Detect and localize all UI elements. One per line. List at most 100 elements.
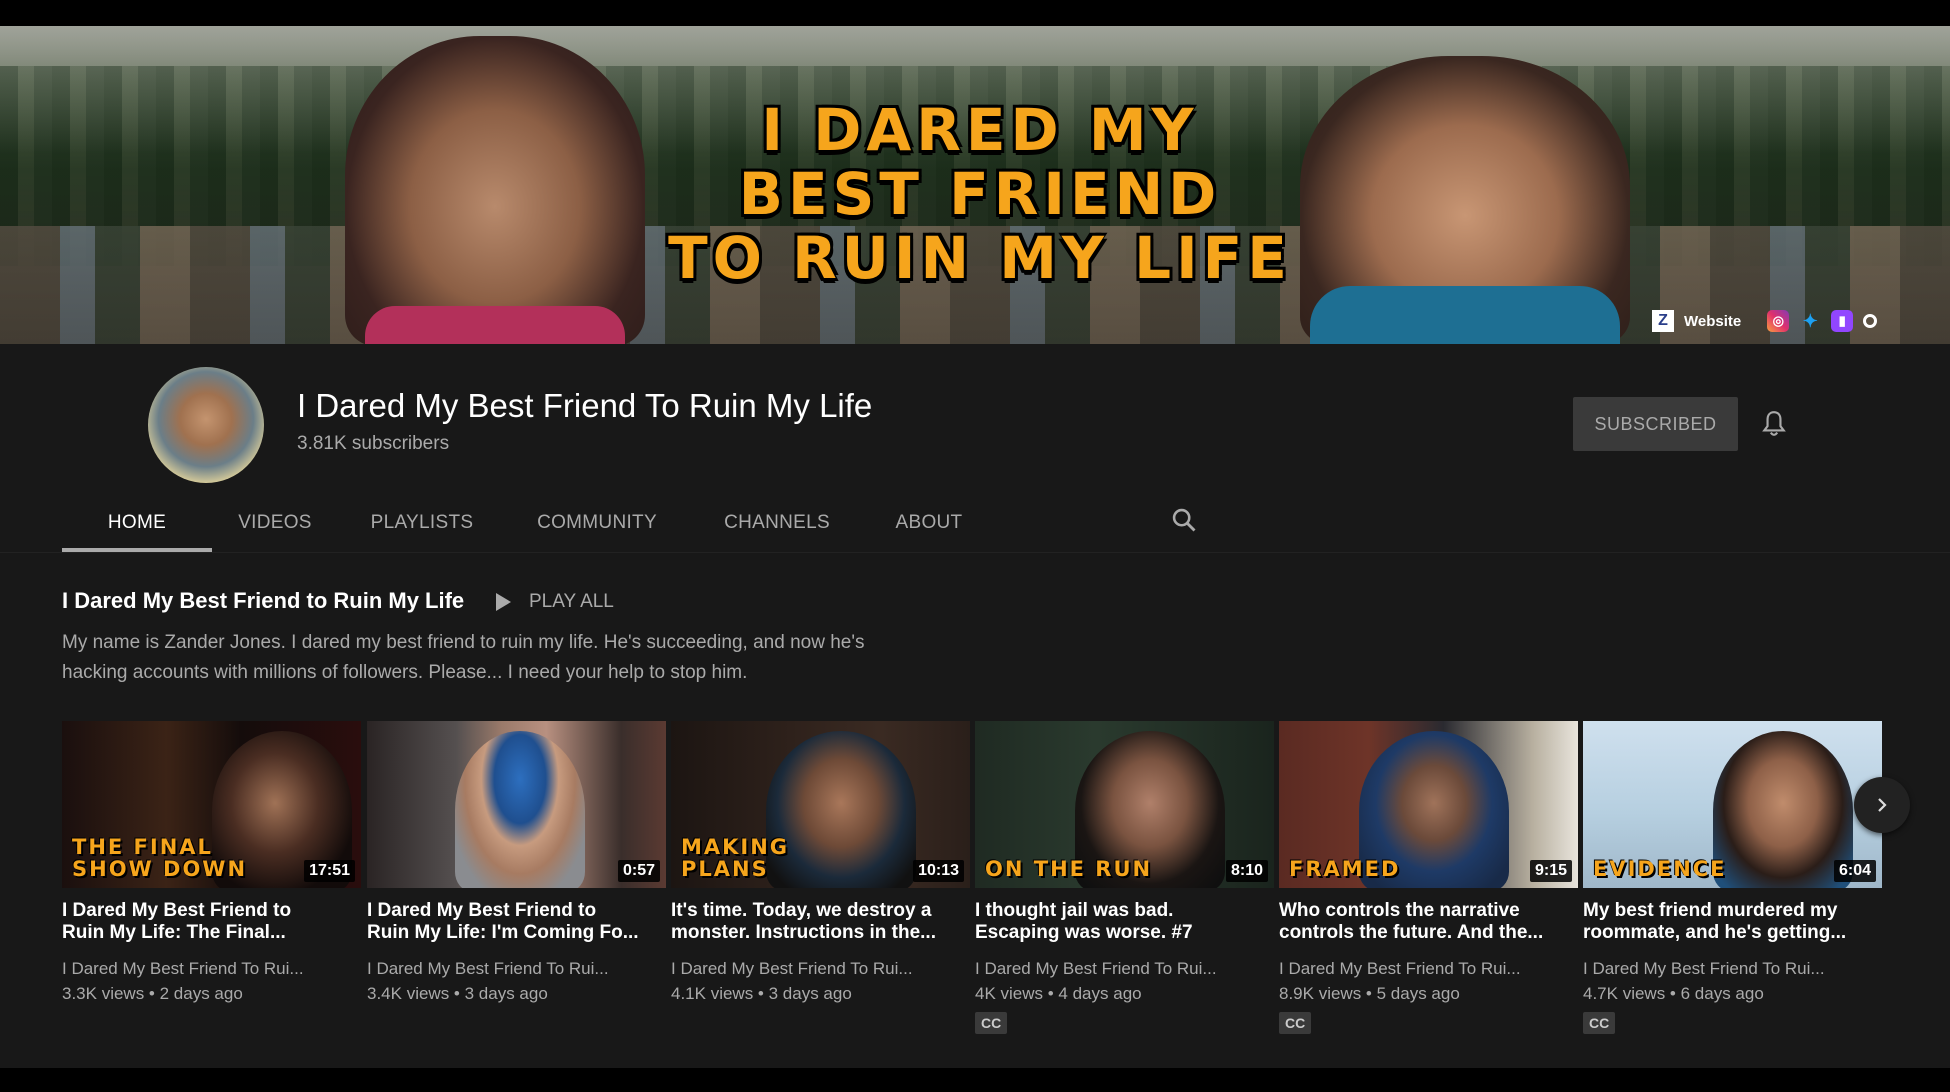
video-meta: 4.1K views • 3 days ago	[671, 984, 852, 1003]
video-title-line: Ruin My Life: I'm Coming Fo...	[367, 922, 639, 943]
thumbnail-caption-line: MAKING	[681, 835, 790, 859]
video-thumbnail[interactable]: FRAMED 9:15	[1279, 721, 1578, 888]
video-card[interactable]: ON THE RUN 8:10 I thought jail was bad. …	[975, 721, 1274, 1034]
website-link[interactable]: Website	[1684, 313, 1741, 330]
banner-title-line: TO RUIN MY LIFE	[668, 224, 1292, 292]
banner-title: I DARED MY BEST FRIEND TO RUIN MY LIFE	[620, 98, 1340, 290]
video-meta: 3.4K views • 3 days ago	[367, 984, 548, 1003]
video-thumbnail[interactable]: 0:57	[367, 721, 666, 888]
shelf-title[interactable]: I Dared My Best Friend to Ruin My Life	[62, 588, 464, 614]
video-title-line: I Dared My Best Friend to	[367, 900, 597, 921]
magnifier-icon	[1172, 508, 1196, 532]
other-link-icon[interactable]	[1863, 314, 1878, 328]
video-channel-name[interactable]: I Dared My Best Friend To Rui...	[1279, 959, 1578, 979]
thumbnail-caption: THE FINAL SHOW DOWN	[72, 836, 247, 880]
video-title-line: Who controls the narrative	[1279, 900, 1520, 921]
chevron-right-icon	[1878, 798, 1887, 812]
tab-about[interactable]: ABOUT	[874, 494, 984, 552]
video-card[interactable]: FRAMED 9:15 Who controls the narrative c…	[1279, 721, 1578, 1034]
video-title-line: controls the future. And the...	[1279, 922, 1544, 943]
play-all-button[interactable]: PLAY ALL	[496, 586, 614, 618]
tabs-divider	[0, 552, 1950, 553]
thumbnail-caption-line: EVIDENCE	[1593, 857, 1727, 881]
thumbnail-caption: ON THE RUN	[985, 858, 1152, 880]
tab-home[interactable]: HOME	[62, 494, 212, 552]
video-title-line: Ruin My Life: The Final...	[62, 922, 286, 943]
tab-channels[interactable]: CHANNELS	[702, 494, 852, 552]
bell-icon	[1762, 411, 1786, 436]
video-channel-name[interactable]: I Dared My Best Friend To Rui...	[975, 959, 1274, 979]
play-icon	[496, 593, 511, 611]
thumbnail-caption-line: FRAMED	[1289, 857, 1401, 881]
video-thumbnail[interactable]: THE FINAL SHOW DOWN 17:51	[62, 721, 361, 888]
play-all-label: PLAY ALL	[529, 591, 614, 612]
video-channel-name[interactable]: I Dared My Best Friend To Rui...	[1583, 959, 1882, 979]
video-title-line: monster. Instructions in the...	[671, 922, 936, 943]
banner-person-right	[1300, 56, 1630, 344]
video-card[interactable]: MAKING PLANS 10:13 It's time. Today, we …	[671, 721, 970, 1004]
video-card[interactable]: 0:57 I Dared My Best Friend to Ruin My L…	[367, 721, 666, 1004]
video-title[interactable]: I Dared My Best Friend to Ruin My Life: …	[367, 900, 666, 944]
closed-captions-badge: CC	[1279, 1012, 1312, 1034]
video-meta: 3.3K views • 2 days ago	[62, 984, 243, 1003]
tab-community[interactable]: COMMUNITY	[512, 494, 682, 552]
thumbnail-caption-line: PLANS	[681, 857, 769, 881]
tab-playlists[interactable]: PLAYLISTS	[352, 494, 492, 552]
video-meta: 4.7K views • 6 days ago	[1583, 984, 1764, 1003]
video-thumbnail[interactable]: ON THE RUN 8:10	[975, 721, 1274, 888]
thumbnail-caption: FRAMED	[1289, 858, 1400, 880]
video-thumbnail[interactable]: EVIDENCE 6:04	[1583, 721, 1882, 888]
video-meta: 4K views • 4 days ago	[975, 984, 1142, 1003]
twitch-icon[interactable]: ▮	[1831, 310, 1854, 332]
video-duration: 17:51	[304, 860, 355, 882]
thumbnail-caption: MAKING PLANS	[681, 836, 789, 880]
top-letterbox	[0, 0, 1950, 26]
subscriber-count: 3.81K subscribers	[297, 433, 450, 454]
subscribed-button[interactable]: SUBSCRIBED	[1573, 397, 1738, 451]
video-title-line: It's time. Today, we destroy a	[671, 900, 932, 921]
tab-videos[interactable]: VIDEOS	[220, 494, 330, 552]
instagram-icon[interactable]: ◎	[1767, 310, 1790, 332]
shelf-description: My name is Zander Jones. I dared my best…	[62, 628, 962, 688]
channel-banner: I DARED MY BEST FRIEND TO RUIN MY LIFE Z…	[0, 26, 1950, 344]
twitter-icon[interactable]: ✦	[1799, 310, 1821, 332]
video-duration: 10:13	[913, 860, 964, 882]
video-title-line: I Dared My Best Friend to	[62, 900, 292, 921]
video-channel-name[interactable]: I Dared My Best Friend To Rui...	[62, 959, 361, 979]
shelf-description-line: My name is Zander Jones. I dared my best…	[62, 632, 865, 653]
notification-bell-icon[interactable]	[1757, 407, 1791, 441]
channel-tabs: HOME VIDEOS PLAYLISTS COMMUNITY CHANNELS…	[62, 494, 984, 552]
video-card[interactable]: EVIDENCE 6:04 My best friend murdered my…	[1583, 721, 1882, 1034]
closed-captions-badge: CC	[975, 1012, 1008, 1034]
video-title[interactable]: I thought jail was bad. Escaping was wor…	[975, 900, 1274, 944]
video-meta: 8.9K views • 5 days ago	[1279, 984, 1460, 1003]
channel-title: I Dared My Best Friend To Ruin My Life	[297, 387, 873, 424]
video-card[interactable]: THE FINAL SHOW DOWN 17:51 I Dared My Bes…	[62, 721, 361, 1004]
video-title-line: Escaping was worse. #7	[975, 922, 1193, 943]
banner-links: Z Website ◎ ✦ ▮	[1652, 306, 1878, 336]
banner-title-line: BEST FRIEND	[738, 160, 1222, 228]
banner-person-left	[345, 36, 645, 344]
shelf-description-line: hacking accounts with millions of follow…	[62, 662, 748, 683]
thumbnail-caption-line: THE FINAL	[72, 835, 213, 859]
video-title[interactable]: I Dared My Best Friend to Ruin My Life: …	[62, 900, 361, 944]
video-title-line: I thought jail was bad.	[975, 900, 1174, 921]
video-channel-name[interactable]: I Dared My Best Friend To Rui...	[671, 959, 970, 979]
closed-captions-badge: CC	[1583, 1012, 1616, 1034]
video-title-line: roommate, and he's getting...	[1583, 922, 1847, 943]
video-title[interactable]: It's time. Today, we destroy a monster. …	[671, 900, 970, 944]
video-duration: 8:10	[1225, 860, 1268, 882]
bottom-letterbox	[0, 1068, 1950, 1092]
video-title[interactable]: Who controls the narrative controls the …	[1279, 900, 1578, 944]
channel-avatar[interactable]	[148, 367, 264, 483]
channel-page: I DARED MY BEST FRIEND TO RUIN MY LIFE Z…	[0, 0, 1950, 1092]
thumbnail-caption-line: SHOW DOWN	[72, 857, 248, 881]
thumbnail-caption: EVIDENCE	[1593, 858, 1727, 880]
search-icon[interactable]	[1168, 504, 1200, 536]
video-title-line: My best friend murdered my	[1583, 900, 1838, 921]
shelf-next-button[interactable]	[1854, 777, 1910, 833]
video-title[interactable]: My best friend murdered my roommate, and…	[1583, 900, 1882, 944]
video-channel-name[interactable]: I Dared My Best Friend To Rui...	[367, 959, 666, 979]
website-logo-icon[interactable]: Z	[1652, 310, 1674, 332]
video-thumbnail[interactable]: MAKING PLANS 10:13	[671, 721, 970, 888]
